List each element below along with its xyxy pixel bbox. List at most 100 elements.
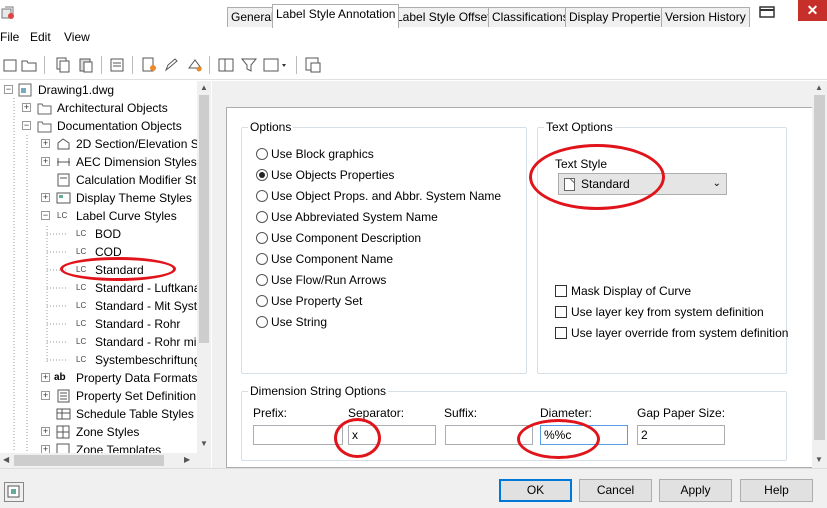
text-style-select[interactable]: Standard ⌄ [558,173,727,195]
tree-item-standard-luftkanal[interactable]: LC Standard - Luftkana [0,279,200,297]
checkbox[interactable] [555,327,567,339]
tree-item-documentation-objects[interactable]: − Documentation Objects [0,117,197,135]
scroll-left-icon[interactable]: ◀ [3,455,9,464]
zone-style-icon [56,425,70,439]
tab-general[interactable]: General [227,7,278,27]
menu-file[interactable]: File [0,30,19,44]
copy-icon[interactable] [54,56,72,74]
tree-item-aec-dimension[interactable]: + AEC Dimension Styles [0,153,197,171]
scroll-up-icon[interactable]: ▲ [815,83,823,92]
tree-item-bod[interactable]: LC BOD [0,225,197,243]
edit-style-icon[interactable] [162,56,180,74]
scroll-up-icon[interactable]: ▲ [200,83,208,92]
radio-circle[interactable] [256,169,268,181]
tree-item-standard-mit-system[interactable]: LC Standard - Mit Syst [0,297,197,315]
separator-input[interactable] [348,425,436,445]
ok-button[interactable]: OK [499,479,572,502]
bottom-bar: OK Cancel Apply Help [0,468,827,508]
expand-icon[interactable]: + [41,157,50,166]
radio-circle[interactable] [256,148,268,160]
set-from-icon[interactable] [186,56,204,74]
restore-icon[interactable] [759,6,775,18]
radio-circle[interactable] [256,190,268,202]
new-style-icon[interactable] [140,56,158,74]
tab-label-style-annotation[interactable]: Label Style Annotation [272,4,400,28]
tree-item-zone-styles[interactable]: + Zone Styles [0,423,197,441]
collapse-icon[interactable]: − [41,211,50,220]
menu-edit[interactable]: Edit [30,30,51,44]
tree-item-standard[interactable]: LC Standard [0,261,197,279]
scroll-thumb[interactable] [199,95,209,343]
scroll-thumb[interactable] [14,455,164,466]
tree-item-label-curve-styles[interactable]: − LC Label Curve Styles [0,207,197,225]
open-folder-icon[interactable] [20,56,38,74]
window-scrollbar[interactable]: ▲ ▼ [812,81,827,468]
tree-item-2d-section[interactable]: + 2D Section/Elevation St [0,135,202,153]
tree-vertical-scrollbar[interactable]: ▲ ▼ [197,81,211,453]
tree-item-standard-rohr-mit[interactable]: LC Standard - Rohr mi [0,333,197,351]
view-options-icon[interactable] [262,56,290,74]
expand-icon[interactable]: + [41,427,50,436]
collapse-icon[interactable]: − [22,121,31,130]
tree-item-systembeschriftung[interactable]: LC Systembeschriftung [0,351,200,369]
expand-icon[interactable]: + [41,193,50,202]
tree-item-cod[interactable]: LC COD [0,243,197,261]
tree-item-standard-rohr[interactable]: LC Standard - Rohr [0,315,197,333]
style-preview-icon[interactable] [4,482,24,502]
tree-horizontal-scrollbar[interactable]: ◀ ▶ [0,453,197,468]
tab-classifications[interactable]: Classifications [488,7,573,27]
scroll-right-icon[interactable]: ▶ [184,455,190,464]
panel-splitter[interactable] [212,81,219,468]
chevron-down-icon[interactable]: ⌄ [713,174,721,194]
radio-circle[interactable] [256,232,268,244]
checkbox[interactable] [555,306,567,318]
gap-paper-size-input[interactable] [637,425,725,445]
tree-item-architectural-objects[interactable]: + Architectural Objects [0,99,197,117]
tab-display-properties[interactable]: Display Properties [565,7,671,27]
tab-page: Options Use Block graphics Use Objects P… [226,107,824,468]
scroll-down-icon[interactable]: ▼ [200,439,208,448]
lc-icon: LC [76,355,87,364]
checkbox[interactable] [555,285,567,297]
diameter-input[interactable] [540,425,628,445]
suffix-label: Suffix: [444,406,478,420]
prefix-input[interactable] [253,425,343,445]
radio-circle[interactable] [256,211,268,223]
suffix-input[interactable] [445,425,533,445]
separator-label: Separator: [348,406,405,420]
lc-icon: LC [76,247,87,256]
scroll-thumb[interactable] [814,95,825,440]
radio-circle[interactable] [256,316,268,328]
section-style-icon [57,138,70,150]
new-icon[interactable] [1,56,19,74]
help-button[interactable]: Help [740,479,813,502]
inspect-icon[interactable] [304,56,322,74]
apply-button[interactable]: Apply [659,479,732,502]
expand-icon[interactable]: + [41,391,50,400]
radio-circle[interactable] [256,253,268,265]
filter-icon[interactable] [240,56,258,74]
menu-view[interactable]: View [64,30,90,44]
scroll-corner [197,453,211,468]
collapse-icon[interactable]: − [4,85,13,94]
menu-bar: File Edit View [0,28,827,48]
expand-icon[interactable]: + [41,373,50,382]
tab-label-style-offset[interactable]: Label Style Offset [392,7,495,27]
tree-item-drawing[interactable]: − Drawing1.dwg [0,81,197,99]
radio-circle[interactable] [256,295,268,307]
tab-version-history[interactable]: Version History [661,7,750,27]
cancel-button[interactable]: Cancel [579,479,652,502]
tree-item-display-theme[interactable]: + Display Theme Styles [0,189,197,207]
expand-icon[interactable]: + [22,103,31,112]
paste-icon[interactable] [77,56,95,74]
tree-item-schedule-table-styles[interactable]: Schedule Table Styles [0,405,197,423]
radio-circle[interactable] [256,274,268,286]
scroll-down-icon[interactable]: ▼ [815,455,823,464]
close-button[interactable]: ✕ [798,0,827,21]
tree-item-property-set-definition[interactable]: + Property Set Definition [0,387,197,405]
purge-icon[interactable] [108,56,126,74]
tree-item-calculation-modifier[interactable]: Calculation Modifier St [0,171,197,189]
expand-icon[interactable]: + [41,139,50,148]
toggle-view-icon[interactable] [217,56,235,74]
tree-item-property-data-formats[interactable]: + ab Property Data Formats [0,369,197,387]
